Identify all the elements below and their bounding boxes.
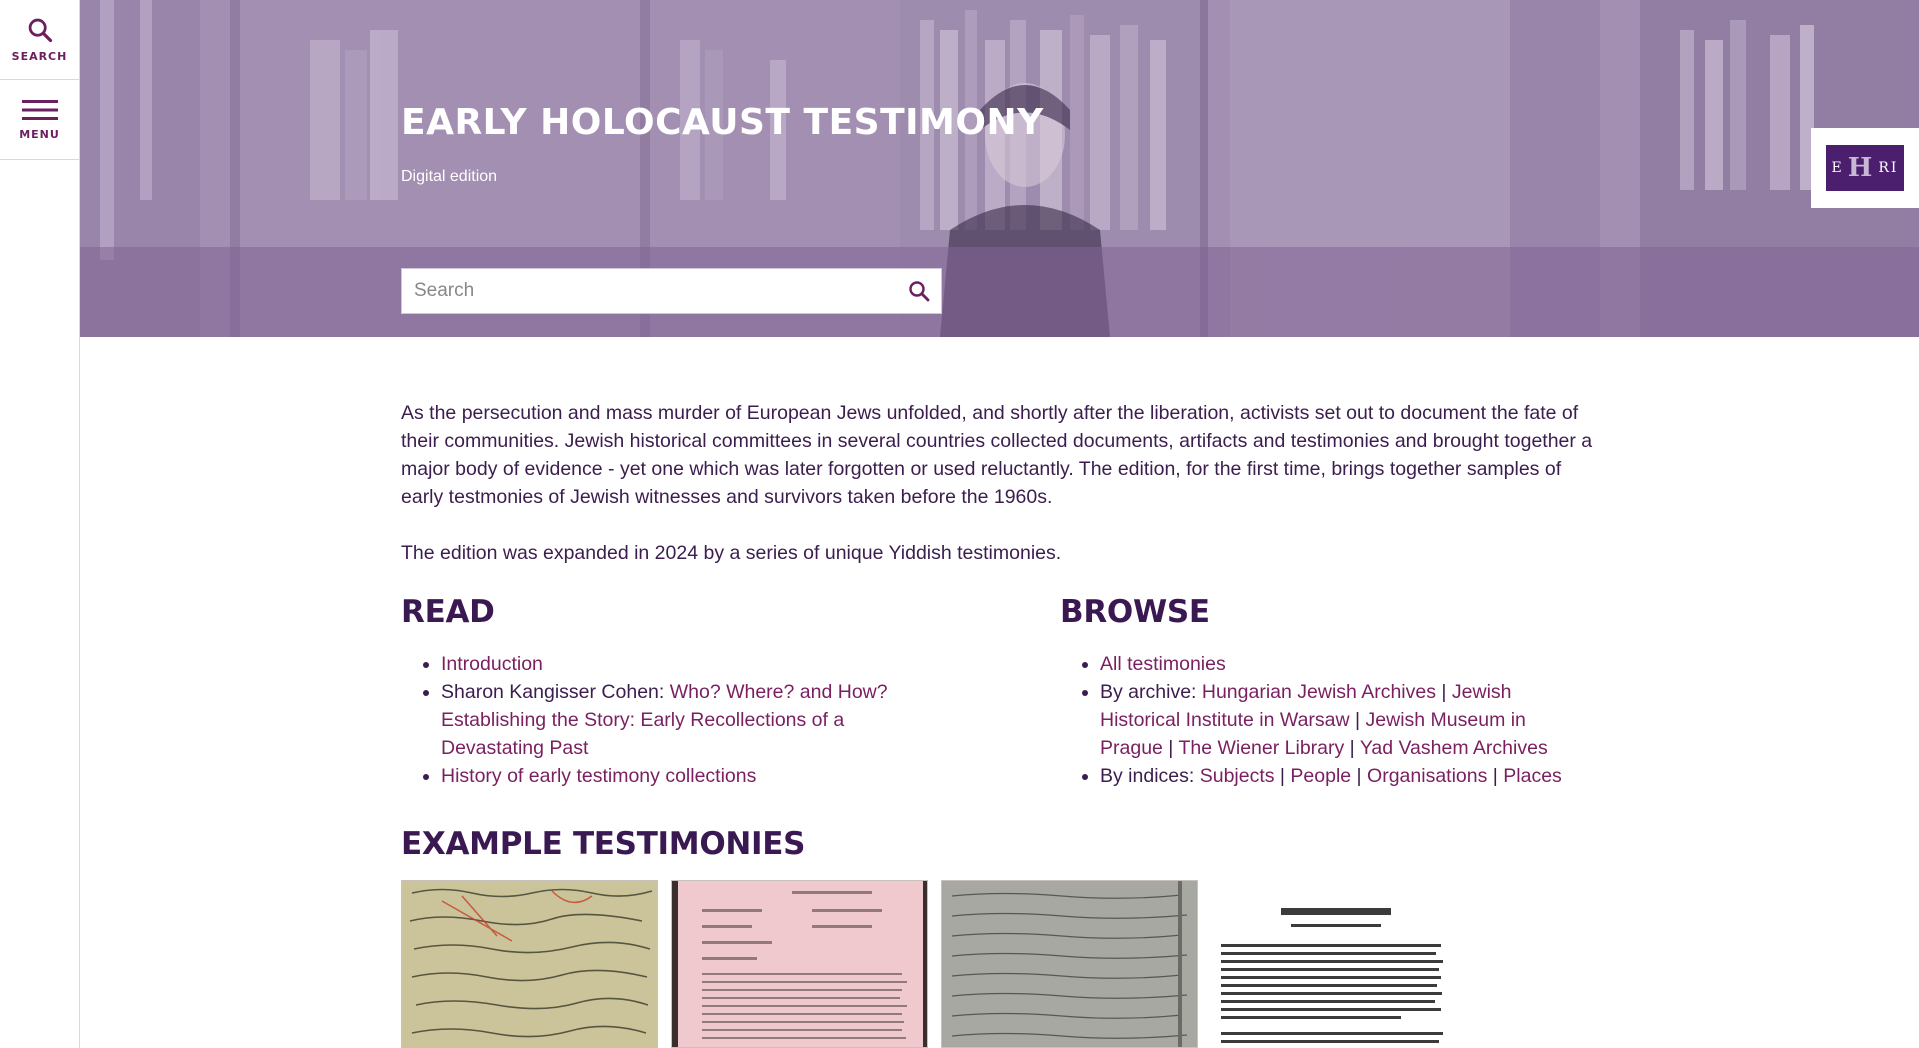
by-indices-label: By indices: (1100, 765, 1200, 787)
testimony-thumbnail[interactable] (941, 880, 1198, 1048)
read-list: Introduction Sharon Kangisser Cohen: Who… (401, 650, 921, 790)
sidebar: SEARCH MENU (0, 0, 80, 1048)
separator: | (1344, 737, 1360, 759)
search-input[interactable] (402, 269, 897, 313)
list-item: All testimonies (1100, 650, 1580, 678)
history-link[interactable]: History of early testimony collections (441, 765, 756, 787)
sidebar-menu-label: MENU (19, 128, 60, 141)
ehri-logo[interactable]: E H RI (1811, 128, 1919, 208)
by-archive-label: By archive: (1100, 681, 1202, 703)
all-testimonies-link[interactable]: All testimonies (1100, 653, 1226, 675)
hero-search-band (80, 247, 1919, 337)
handwritten-document-image (942, 881, 1197, 1047)
browse-section: BROWSE All testimonies By archive: Hunga… (1060, 594, 1580, 790)
separator: | (1349, 709, 1366, 731)
testimony-thumbnail[interactable] (401, 880, 658, 1048)
separator: | (1487, 765, 1504, 787)
search-submit-button[interactable] (897, 269, 941, 313)
archive-link-hungarian[interactable]: Hungarian Jewish Archives (1202, 681, 1436, 703)
read-section: READ Introduction Sharon Kangisser Cohen… (401, 594, 921, 790)
ehri-logo-mark: E H RI (1826, 145, 1904, 191)
list-item: By archive: Hungarian Jewish Archives | … (1100, 678, 1580, 762)
essay-author: Sharon Kangisser Cohen: (441, 681, 670, 703)
intro-paragraph: As the persecution and mass murder of Eu… (401, 402, 1593, 508)
logo-letters-ri: RI (1878, 160, 1899, 176)
list-item: Introduction (441, 650, 921, 678)
index-link-subjects[interactable]: Subjects (1200, 765, 1275, 787)
search-icon (909, 281, 930, 302)
hero-search-box (401, 268, 942, 314)
printed-document-image (1211, 880, 1468, 1048)
introduction-link[interactable]: Introduction (441, 653, 543, 675)
list-item: History of early testimony collections (441, 762, 921, 790)
browse-heading: BROWSE (1060, 594, 1210, 630)
separator: | (1274, 765, 1291, 787)
read-heading: READ (401, 594, 495, 630)
index-link-organisations[interactable]: Organisations (1367, 765, 1487, 787)
archive-link-wiener[interactable]: The Wiener Library (1178, 737, 1344, 759)
list-item: Sharon Kangisser Cohen: Who? Where? and … (441, 678, 921, 762)
logo-letter-h: H (1847, 153, 1875, 183)
logo-letter-e: E (1831, 160, 1844, 176)
sidebar-search-label: SEARCH (11, 50, 68, 63)
list-item: By indices: Subjects | People | Organisa… (1100, 762, 1580, 790)
page-subtitle: Digital edition (401, 168, 498, 185)
handwritten-document-image (402, 881, 657, 1047)
browse-list: All testimonies By archive: Hungarian Je… (1060, 650, 1580, 790)
intro-paragraph-2: The edition was expanded in 2024 by a se… (401, 542, 1062, 564)
separator: | (1351, 765, 1368, 787)
typed-document-image (672, 881, 927, 1047)
search-icon (28, 18, 52, 43)
sidebar-search-button[interactable]: SEARCH (0, 0, 79, 80)
examples-heading: EXAMPLE TESTIMONIES (401, 826, 806, 862)
testimony-thumbnail[interactable] (671, 880, 928, 1048)
intro-section: As the persecution and mass murder of Eu… (401, 399, 1601, 595)
testimony-thumbnail[interactable] (1211, 880, 1468, 1048)
sidebar-menu-button[interactable]: MENU (0, 80, 79, 160)
index-link-places[interactable]: Places (1503, 765, 1562, 787)
page-title: EARLY HOLOCAUST TESTIMONY (401, 102, 1044, 143)
hamburger-menu-icon (21, 100, 58, 120)
separator: | (1162, 737, 1179, 759)
archive-link-yad-vashem[interactable]: Yad Vashem Archives (1360, 737, 1548, 759)
separator: | (1436, 681, 1452, 703)
hero-banner: EARLY HOLOCAUST TESTIMONY Digital editio… (80, 0, 1919, 337)
index-link-people[interactable]: People (1290, 765, 1351, 787)
